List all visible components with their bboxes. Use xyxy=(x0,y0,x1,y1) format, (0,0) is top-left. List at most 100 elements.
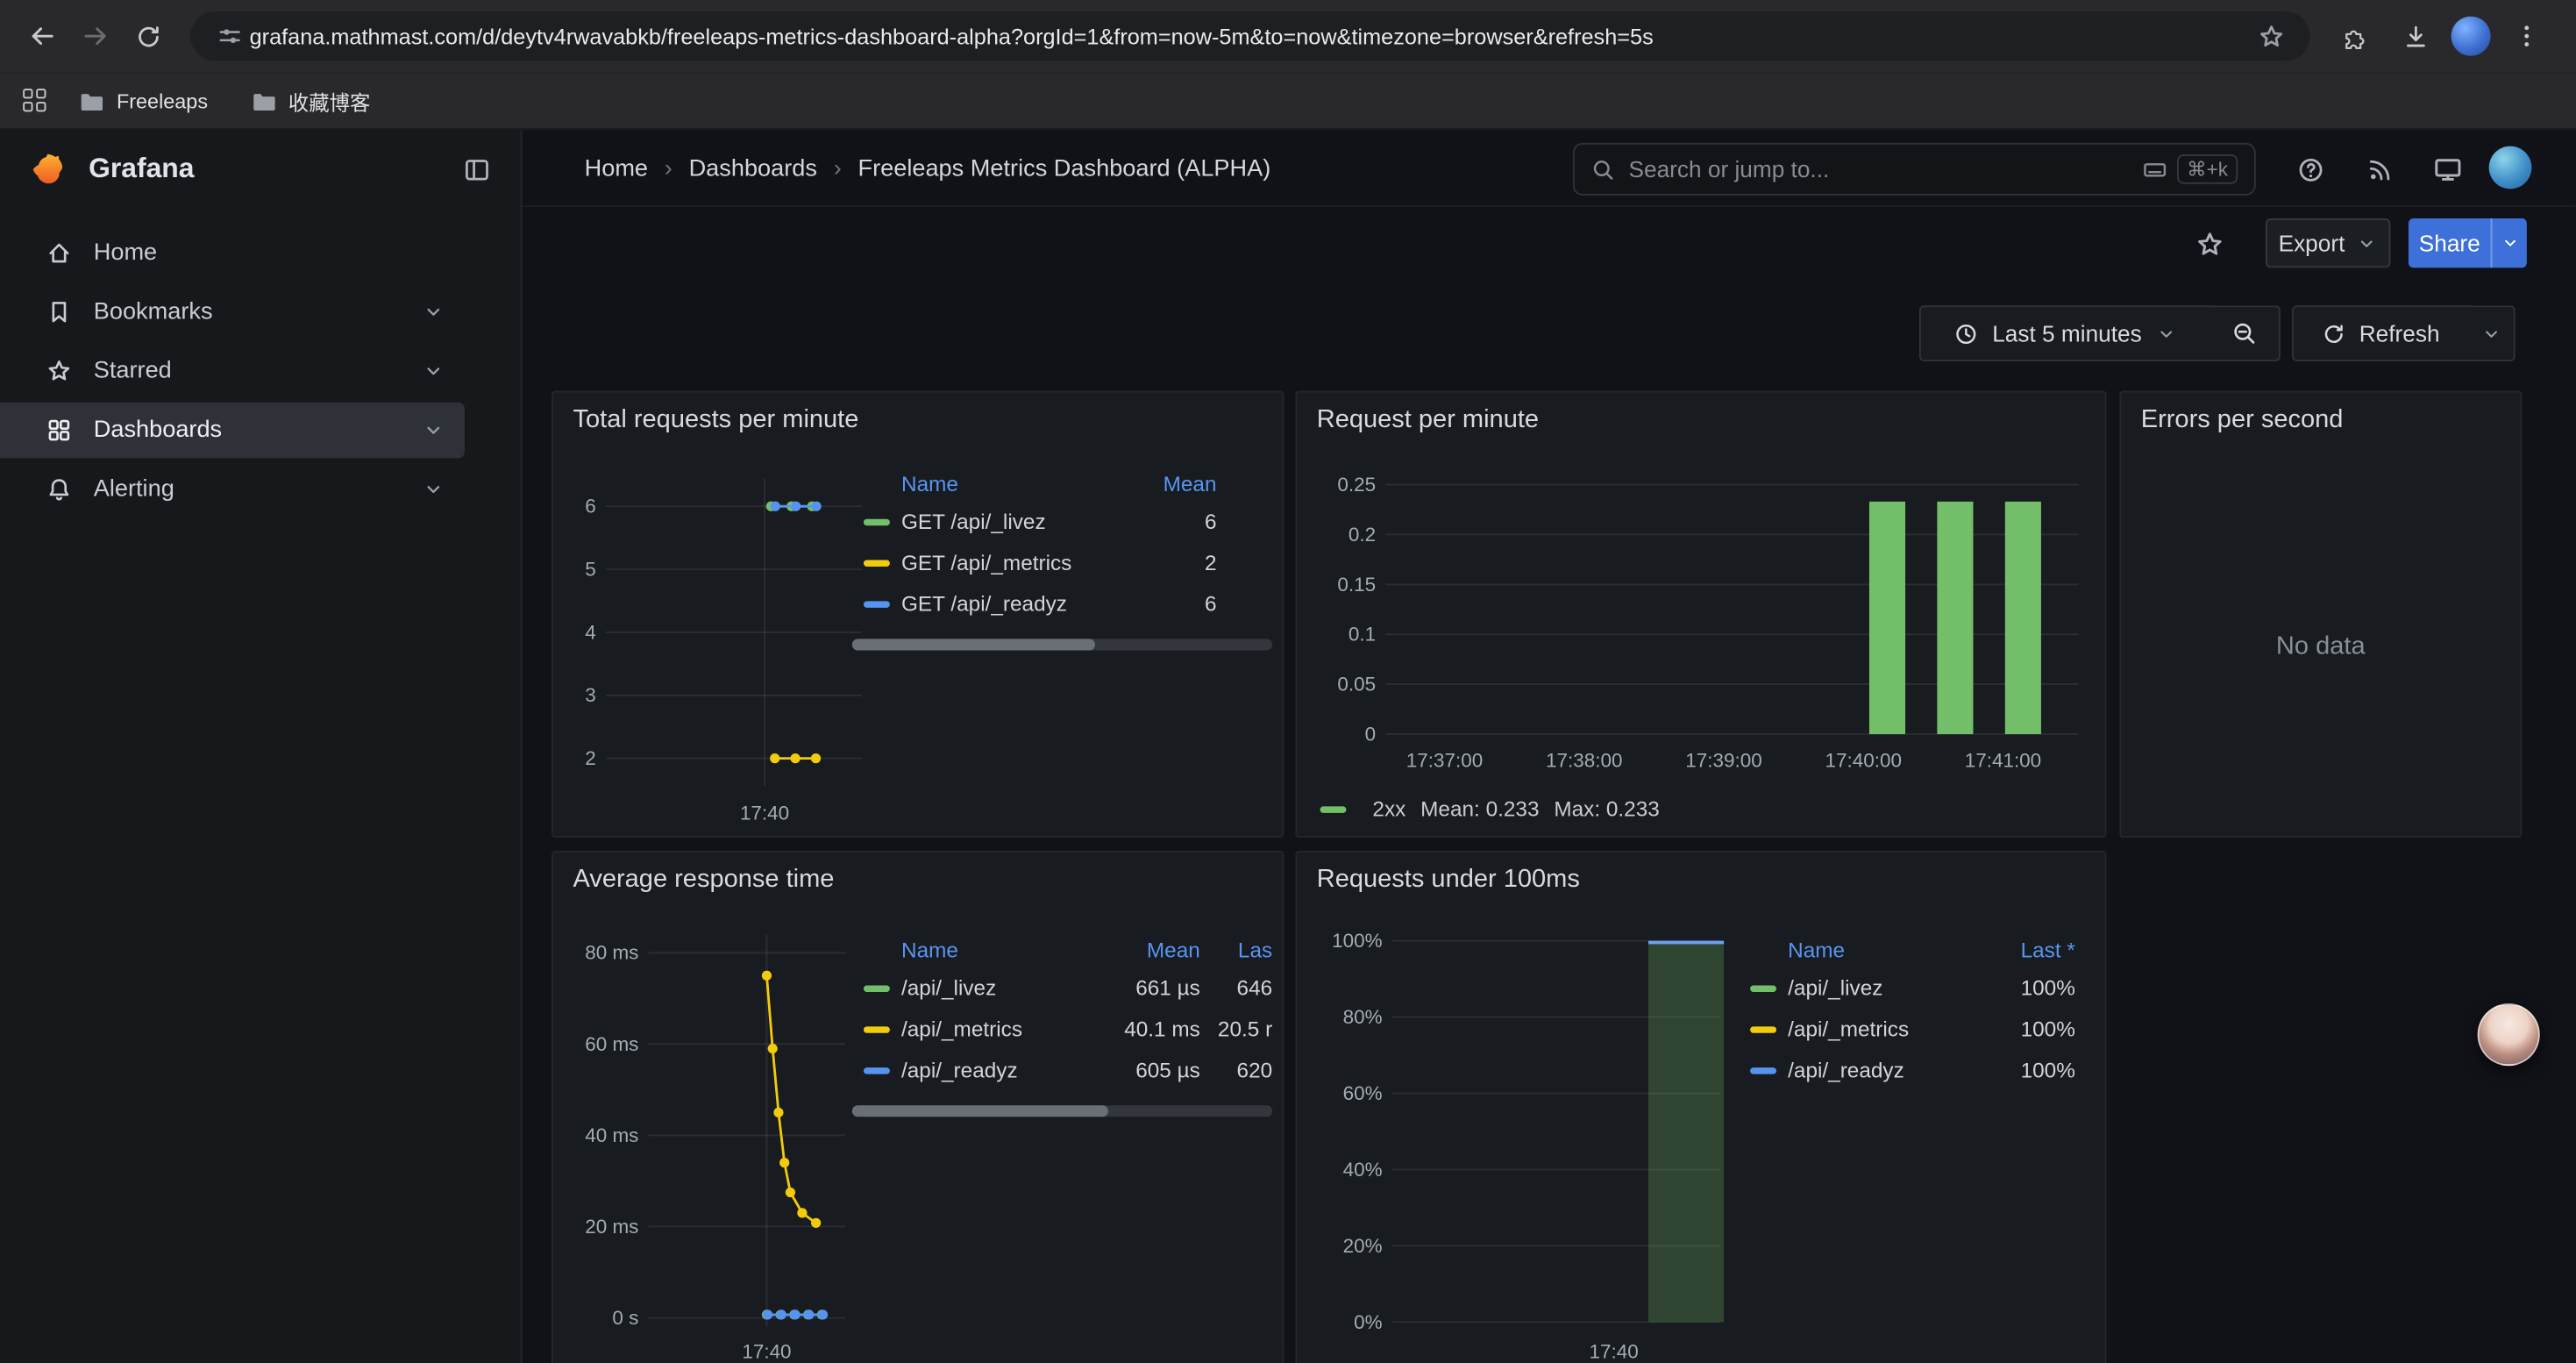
panel-average-response-time: Average response time 80 ms60 ms40 ms20 … xyxy=(551,851,1284,1363)
bar-chart[interactable]: 0.250.20.150.10.05017:37:0017:38:0017:39… xyxy=(1307,461,2089,777)
time-range-picker[interactable]: Last 5 minutes xyxy=(1919,305,2211,361)
sidebar: Grafana Home Bookmarks Starred xyxy=(0,130,522,1363)
favorite-star-icon[interactable] xyxy=(2183,218,2236,271)
panel-title[interactable]: Requests under 100ms xyxy=(1317,866,1580,896)
site-settings-icon[interactable] xyxy=(210,17,250,56)
assistant-avatar-button[interactable] xyxy=(2478,1003,2540,1066)
sidebar-item-label: Home xyxy=(94,239,157,266)
zoom-out-button[interactable] xyxy=(2210,305,2281,361)
news-rss-icon[interactable] xyxy=(2354,145,2403,194)
bell-icon xyxy=(46,476,72,503)
sidebar-item-home[interactable]: Home xyxy=(0,225,465,282)
sidebar-header: Grafana xyxy=(0,130,521,209)
series-max: Max: 0.233 xyxy=(1554,796,1659,821)
bar-chart[interactable]: 100%80%60%40%20%0%17:40 xyxy=(1307,924,1731,1363)
bookmark-folder-blogs[interactable]: 收藏博客 xyxy=(238,79,384,124)
sidebar-item-dashboards[interactable]: Dashboards xyxy=(0,403,465,459)
legend-scrollbar[interactable] xyxy=(852,639,1272,650)
folder-icon xyxy=(79,88,105,114)
legend-col-name[interactable]: Name xyxy=(1788,937,1976,961)
legend-col-name[interactable]: Name xyxy=(901,470,1125,495)
extensions-icon[interactable] xyxy=(2326,10,2379,62)
home-icon xyxy=(46,239,72,266)
legend-col-name[interactable]: Name xyxy=(901,937,1085,961)
series-color-dash xyxy=(864,1025,890,1031)
panel-title[interactable]: Errors per second xyxy=(2141,406,2344,436)
series-color-dash xyxy=(864,518,890,525)
panel-title[interactable]: Average response time xyxy=(573,866,835,896)
browser-profile-avatar[interactable] xyxy=(2451,17,2491,56)
address-bar[interactable]: grafana.mathmast.com/d/deytv4rwavabkb/fr… xyxy=(190,11,2309,61)
apps-grid-icon[interactable] xyxy=(23,88,49,114)
refresh-interval-caret[interactable] xyxy=(2467,305,2515,361)
refresh-button[interactable]: Refresh xyxy=(2292,305,2469,361)
sidebar-collapse-icon[interactable] xyxy=(463,155,491,183)
legend-row[interactable]: /api/_metrics 100% xyxy=(1739,1009,2075,1050)
legend-col-mean[interactable]: Mean xyxy=(1085,937,1200,961)
series-mean: Mean: 0.233 xyxy=(1420,796,1539,821)
back-button[interactable] xyxy=(17,10,69,62)
legend-row[interactable]: GET /api/_metrics 2 xyxy=(852,542,1272,583)
sidebar-item-label: Bookmarks xyxy=(94,299,213,325)
legend-row[interactable]: /api/_metrics 40.1 ms 20.5 r xyxy=(852,1009,1272,1050)
help-icon[interactable] xyxy=(2286,145,2335,194)
share-menu-caret[interactable] xyxy=(2491,218,2527,268)
share-button[interactable]: Share xyxy=(2409,218,2527,268)
sidebar-item-alerting[interactable]: Alerting xyxy=(0,461,465,517)
search-input[interactable] xyxy=(1629,156,2130,182)
svg-text:80 ms: 80 ms xyxy=(585,942,638,964)
legend-scrollbar[interactable] xyxy=(852,1105,1272,1117)
legend-col-last[interactable]: Las xyxy=(1200,937,1272,961)
svg-text:17:40: 17:40 xyxy=(1590,1341,1639,1363)
legend-header: Name Last * xyxy=(1739,931,2075,967)
svg-text:60 ms: 60 ms xyxy=(585,1033,638,1055)
breadcrumb-home[interactable]: Home xyxy=(585,155,648,182)
time-series-chart[interactable]: 80 ms60 ms40 ms20 ms0 s17:40 xyxy=(563,924,868,1363)
sidebar-item-bookmarks[interactable]: Bookmarks xyxy=(0,284,465,340)
browser-menu-icon[interactable] xyxy=(2501,10,2553,62)
sidebar-item-starred[interactable]: Starred xyxy=(0,343,465,399)
legend-row[interactable]: GET /api/_readyz 6 xyxy=(852,583,1272,624)
legend-col-mean[interactable]: Mean xyxy=(1125,470,1273,495)
panel-title[interactable]: Total requests per minute xyxy=(573,406,859,436)
svg-text:40 ms: 40 ms xyxy=(585,1124,638,1146)
chevron-down-icon xyxy=(2480,323,2501,344)
chevron-down-icon xyxy=(2356,232,2377,253)
series-color-dash xyxy=(1750,1025,1776,1031)
export-button[interactable]: Export xyxy=(2266,218,2390,268)
svg-text:60%: 60% xyxy=(1343,1082,1383,1104)
reload-button[interactable] xyxy=(122,10,174,62)
legend-row[interactable]: /api/_readyz 100% xyxy=(1739,1050,2075,1091)
search-bar[interactable]: ⌘+k xyxy=(1573,143,2256,196)
svg-text:0%: 0% xyxy=(1354,1311,1382,1333)
sidebar-item-label: Alerting xyxy=(94,476,174,503)
forward-button[interactable] xyxy=(69,10,122,62)
downloads-icon[interactable] xyxy=(2388,10,2441,62)
panel-title[interactable]: Request per minute xyxy=(1317,406,1539,436)
bookmark-icon xyxy=(46,299,72,325)
kiosk-monitor-icon[interactable] xyxy=(2423,145,2473,194)
svg-text:17:40: 17:40 xyxy=(740,802,789,824)
breadcrumb-dashboards[interactable]: Dashboards xyxy=(689,155,817,182)
sidebar-nav: Home Bookmarks Starred Dashboards xyxy=(0,209,521,517)
legend-row[interactable]: GET /api/_livez 6 xyxy=(852,501,1272,542)
bookmark-star-icon[interactable] xyxy=(2251,17,2290,56)
browser-actions xyxy=(2326,10,2559,62)
legend-col-last[interactable]: Last * xyxy=(1976,937,2074,961)
svg-text:17:41:00: 17:41:00 xyxy=(1965,749,2041,771)
svg-text:0.25: 0.25 xyxy=(1337,474,1376,496)
chevron-down-icon xyxy=(422,418,445,441)
bookmarks-bar: Freeleaps 收藏博客 xyxy=(0,72,2576,128)
bookmark-folder-freeleaps[interactable]: Freeleaps xyxy=(66,82,221,121)
legend-row[interactable]: /api/_livez 661 µs 646 xyxy=(852,967,1272,1009)
user-avatar[interactable] xyxy=(2489,146,2532,189)
legend-row[interactable]: /api/_readyz 605 µs 620 xyxy=(852,1050,1272,1091)
svg-text:0.1: 0.1 xyxy=(1348,624,1376,646)
chevron-down-icon xyxy=(422,301,445,324)
grafana-app: Grafana Home Bookmarks Starred xyxy=(0,130,2576,1363)
legend-row[interactable]: /api/_livez 100% xyxy=(1739,967,2075,1009)
legend-inline[interactable]: 2xx Mean: 0.233 Max: 0.233 xyxy=(1320,796,1659,821)
svg-text:6: 6 xyxy=(585,496,596,517)
folder-icon xyxy=(251,88,277,114)
time-series-chart[interactable]: 6543217:40 xyxy=(563,458,868,829)
